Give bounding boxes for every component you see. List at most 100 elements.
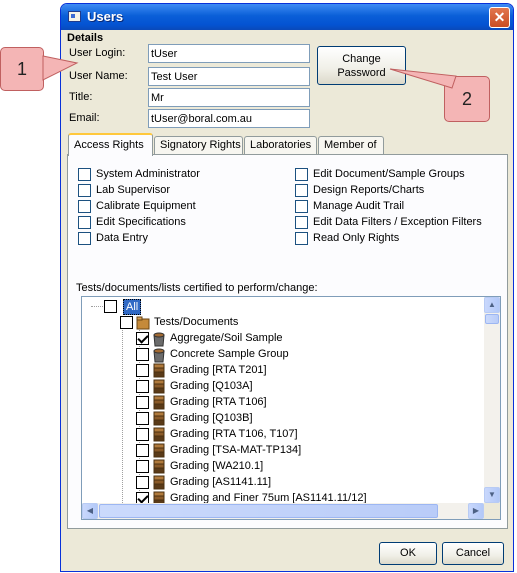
change-password-line2: Password bbox=[337, 67, 386, 79]
user-name-label: User Name: bbox=[69, 70, 128, 82]
tab-laboratories-label: Laboratories bbox=[250, 139, 312, 151]
sample-bucket-icon bbox=[153, 332, 165, 347]
close-button[interactable]: ✕ bbox=[489, 7, 510, 28]
scroll-corner bbox=[484, 503, 500, 519]
manage-audit-trail-label: Manage Audit Trail bbox=[313, 200, 405, 212]
edit-specifications-checkbox[interactable] bbox=[78, 216, 91, 229]
test-checkbox[interactable] bbox=[136, 444, 149, 457]
sample-bucket-icon bbox=[153, 348, 165, 363]
chevron-right-icon: ▶ bbox=[472, 506, 480, 515]
sieve-stack-icon bbox=[153, 427, 165, 442]
read-only-rights-checkbox[interactable] bbox=[295, 232, 308, 245]
system-administrator-label: System Administrator bbox=[96, 168, 200, 180]
test-label: Grading [WA210.1] bbox=[170, 460, 264, 472]
sieve-stack-icon bbox=[153, 363, 165, 378]
tests-documents-checkbox[interactable] bbox=[120, 316, 133, 329]
tree-caption: Tests/documents/lists certified to perfo… bbox=[76, 282, 318, 294]
email-label: Email: bbox=[69, 112, 100, 124]
title-bar[interactable]: Users ✕ bbox=[61, 4, 513, 30]
horizontal-scroll-thumb[interactable] bbox=[99, 504, 438, 518]
window-title: Users bbox=[87, 9, 124, 24]
horizontal-scrollbar[interactable]: ◀ ▶ bbox=[82, 503, 484, 519]
test-checkbox[interactable] bbox=[136, 396, 149, 409]
test-label: Grading [RTA T106, T107] bbox=[170, 428, 298, 440]
user-login-input[interactable] bbox=[148, 44, 310, 63]
close-icon: ✕ bbox=[493, 9, 506, 25]
title-label: Title: bbox=[69, 91, 93, 103]
manage-audit-trail-checkbox[interactable] bbox=[295, 200, 308, 213]
read-only-rights-label: Read Only Rights bbox=[313, 232, 400, 244]
test-checkbox[interactable] bbox=[136, 460, 149, 473]
access-rights-panel: System Administrator Lab Supervisor Cali… bbox=[67, 154, 508, 529]
ok-button[interactable]: OK bbox=[379, 542, 437, 565]
sieve-stack-icon bbox=[153, 395, 165, 410]
test-checkbox[interactable] bbox=[136, 364, 149, 377]
scroll-up-button[interactable]: ▲ bbox=[484, 297, 500, 313]
email-input[interactable] bbox=[148, 109, 310, 128]
tab-access-rights-label: Access Rights bbox=[74, 139, 144, 151]
window-icon bbox=[68, 11, 81, 22]
scroll-left-button[interactable]: ◀ bbox=[82, 503, 98, 519]
scroll-right-button[interactable]: ▶ bbox=[468, 503, 484, 519]
chevron-down-icon: ▼ bbox=[488, 490, 496, 499]
lab-supervisor-label: Lab Supervisor bbox=[96, 184, 170, 196]
user-name-input[interactable] bbox=[148, 67, 310, 86]
lab-supervisor-checkbox[interactable] bbox=[78, 184, 91, 197]
test-label: Concrete Sample Group bbox=[170, 348, 289, 360]
callout-1-label: 1 bbox=[16, 59, 27, 79]
test-label: Grading [RTA T201] bbox=[170, 364, 267, 376]
callout-1: 1 bbox=[0, 47, 44, 91]
data-entry-checkbox[interactable] bbox=[78, 232, 91, 245]
test-checkbox[interactable] bbox=[136, 380, 149, 393]
tree-guide-line bbox=[122, 321, 123, 519]
test-checkbox[interactable] bbox=[136, 476, 149, 489]
tests-documents-label: Tests/Documents bbox=[154, 316, 239, 328]
details-heading: Details bbox=[67, 32, 104, 44]
tab-signatory-rights[interactable]: Signatory Rights bbox=[154, 136, 243, 155]
test-label: Aggregate/Soil Sample bbox=[170, 332, 283, 344]
user-login-label: User Login: bbox=[69, 47, 126, 59]
callout-2-label: 2 bbox=[461, 89, 472, 109]
all-node-label: All bbox=[123, 299, 142, 315]
test-label: Grading [AS1141.11] bbox=[170, 476, 272, 488]
test-label: Grading [Q103A] bbox=[170, 380, 253, 392]
chevron-left-icon: ◀ bbox=[86, 506, 94, 515]
test-label: Grading [RTA T106] bbox=[170, 396, 267, 408]
folder-icon bbox=[136, 316, 150, 330]
vertical-scrollbar[interactable]: ▲ ▼ bbox=[484, 297, 500, 503]
design-reports-charts-label: Design Reports/Charts bbox=[313, 184, 425, 196]
calibrate-equipment-checkbox[interactable] bbox=[78, 200, 91, 213]
callout-2: 2 bbox=[444, 76, 490, 122]
design-reports-charts-checkbox[interactable] bbox=[295, 184, 308, 197]
test-label: Grading [TSA-MAT-TP134] bbox=[170, 444, 302, 456]
change-password-button[interactable]: Change Password bbox=[317, 46, 406, 85]
tree-guide-line bbox=[91, 306, 105, 307]
test-checkbox[interactable] bbox=[136, 332, 149, 345]
tab-laboratories[interactable]: Laboratories bbox=[244, 136, 317, 155]
tab-member-of-label: Member of bbox=[324, 139, 377, 151]
system-administrator-checkbox[interactable] bbox=[78, 168, 91, 181]
data-entry-label: Data Entry bbox=[96, 232, 148, 244]
sieve-stack-icon bbox=[153, 443, 165, 458]
calibrate-equipment-label: Calibrate Equipment bbox=[96, 200, 196, 212]
sieve-stack-icon bbox=[153, 379, 165, 394]
tests-tree[interactable]: All Tests/Documents Aggregate/Soil Sampl… bbox=[81, 296, 501, 520]
sieve-stack-icon bbox=[153, 459, 165, 474]
scroll-down-button[interactable]: ▼ bbox=[484, 487, 500, 503]
sieve-stack-icon bbox=[153, 475, 165, 490]
edit-data-filters-checkbox[interactable] bbox=[295, 216, 308, 229]
test-checkbox[interactable] bbox=[136, 412, 149, 425]
chevron-up-icon: ▲ bbox=[488, 300, 496, 309]
test-label: Grading [Q103B] bbox=[170, 412, 253, 424]
edit-document-sample-groups-checkbox[interactable] bbox=[295, 168, 308, 181]
test-checkbox[interactable] bbox=[136, 348, 149, 361]
all-checkbox[interactable] bbox=[104, 300, 117, 313]
cancel-button[interactable]: Cancel bbox=[442, 542, 504, 565]
title-input[interactable] bbox=[148, 88, 310, 107]
tab-member-of[interactable]: Member of bbox=[318, 136, 384, 155]
edit-specifications-label: Edit Specifications bbox=[96, 216, 186, 228]
test-checkbox[interactable] bbox=[136, 428, 149, 441]
vertical-scroll-thumb[interactable] bbox=[485, 314, 499, 324]
tab-access-rights[interactable]: Access Rights bbox=[68, 133, 153, 156]
edit-data-filters-label: Edit Data Filters / Exception Filters bbox=[313, 216, 482, 228]
